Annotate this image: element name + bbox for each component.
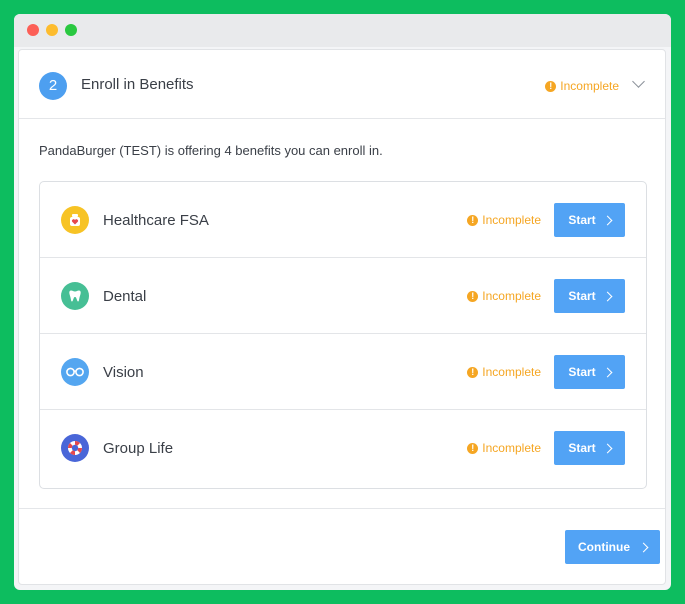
continue-button[interactable]: Continue xyxy=(565,530,660,564)
chevron-right-icon xyxy=(602,443,613,453)
tooth-icon xyxy=(61,282,89,310)
benefit-status-label: Incomplete xyxy=(482,213,541,227)
chevron-right-icon xyxy=(602,291,613,301)
benefit-status-label: Incomplete xyxy=(482,365,541,379)
start-button-label: Start xyxy=(568,441,596,455)
benefit-row-dental: Dental ! Incomplete Start xyxy=(40,258,646,334)
close-window-button[interactable] xyxy=(27,24,39,36)
chevron-right-icon xyxy=(602,215,613,225)
section-status: ! Incomplete xyxy=(545,79,619,93)
start-group-life-button[interactable]: Start xyxy=(554,431,625,465)
title-bar xyxy=(14,14,671,47)
chevron-right-icon xyxy=(638,542,649,552)
benefit-row-group-life: Group Life ! Incomplete Start xyxy=(40,410,646,486)
warning-icon: ! xyxy=(467,214,479,226)
section-title: Enroll in Benefits xyxy=(81,76,194,93)
start-button-label: Start xyxy=(568,365,596,379)
continue-button-label: Continue xyxy=(578,540,630,554)
step-number-badge: 2 xyxy=(39,72,67,100)
warning-icon: ! xyxy=(467,442,479,454)
section-header[interactable]: 2 Enroll in Benefits ! Incomplete xyxy=(19,50,665,119)
warning-icon: ! xyxy=(467,366,479,378)
benefits-list: Healthcare FSA ! Incomplete Start Dental xyxy=(39,181,647,489)
benefit-row-healthcare-fsa: Healthcare FSA ! Incomplete Start xyxy=(40,182,646,258)
lifebuoy-icon xyxy=(61,434,89,462)
benefit-label: Dental xyxy=(103,288,147,305)
glasses-icon xyxy=(61,358,89,386)
chevron-down-icon[interactable] xyxy=(632,75,645,88)
start-vision-button[interactable]: Start xyxy=(554,355,625,389)
healthcare-fsa-icon xyxy=(61,206,89,234)
start-button-label: Start xyxy=(568,213,596,227)
benefit-status-label: Incomplete xyxy=(482,289,541,303)
warning-icon: ! xyxy=(545,80,557,92)
benefit-label: Healthcare FSA xyxy=(103,212,209,229)
benefit-status: ! Incomplete xyxy=(467,441,541,455)
app-window: 2 Enroll in Benefits ! Incomplete PandaB… xyxy=(14,14,671,590)
benefit-status: ! Incomplete xyxy=(467,213,541,227)
start-healthcare-fsa-button[interactable]: Start xyxy=(554,203,625,237)
chevron-right-icon xyxy=(602,367,613,377)
benefit-status: ! Incomplete xyxy=(467,289,541,303)
benefit-label: Group Life xyxy=(103,440,174,457)
benefit-label: Vision xyxy=(103,364,144,381)
enroll-benefits-card: 2 Enroll in Benefits ! Incomplete PandaB… xyxy=(18,49,666,585)
intro-text: PandaBurger (TEST) is offering 4 benefit… xyxy=(39,143,383,158)
benefit-status: ! Incomplete xyxy=(467,365,541,379)
benefit-row-vision: Vision ! Incomplete Start xyxy=(40,334,646,410)
minimize-window-button[interactable] xyxy=(46,24,58,36)
start-dental-button[interactable]: Start xyxy=(554,279,625,313)
card-footer: Continue xyxy=(19,508,665,586)
section-status-label: Incomplete xyxy=(560,79,619,93)
start-button-label: Start xyxy=(568,289,596,303)
warning-icon: ! xyxy=(467,290,479,302)
benefit-status-label: Incomplete xyxy=(482,441,541,455)
zoom-window-button[interactable] xyxy=(65,24,77,36)
